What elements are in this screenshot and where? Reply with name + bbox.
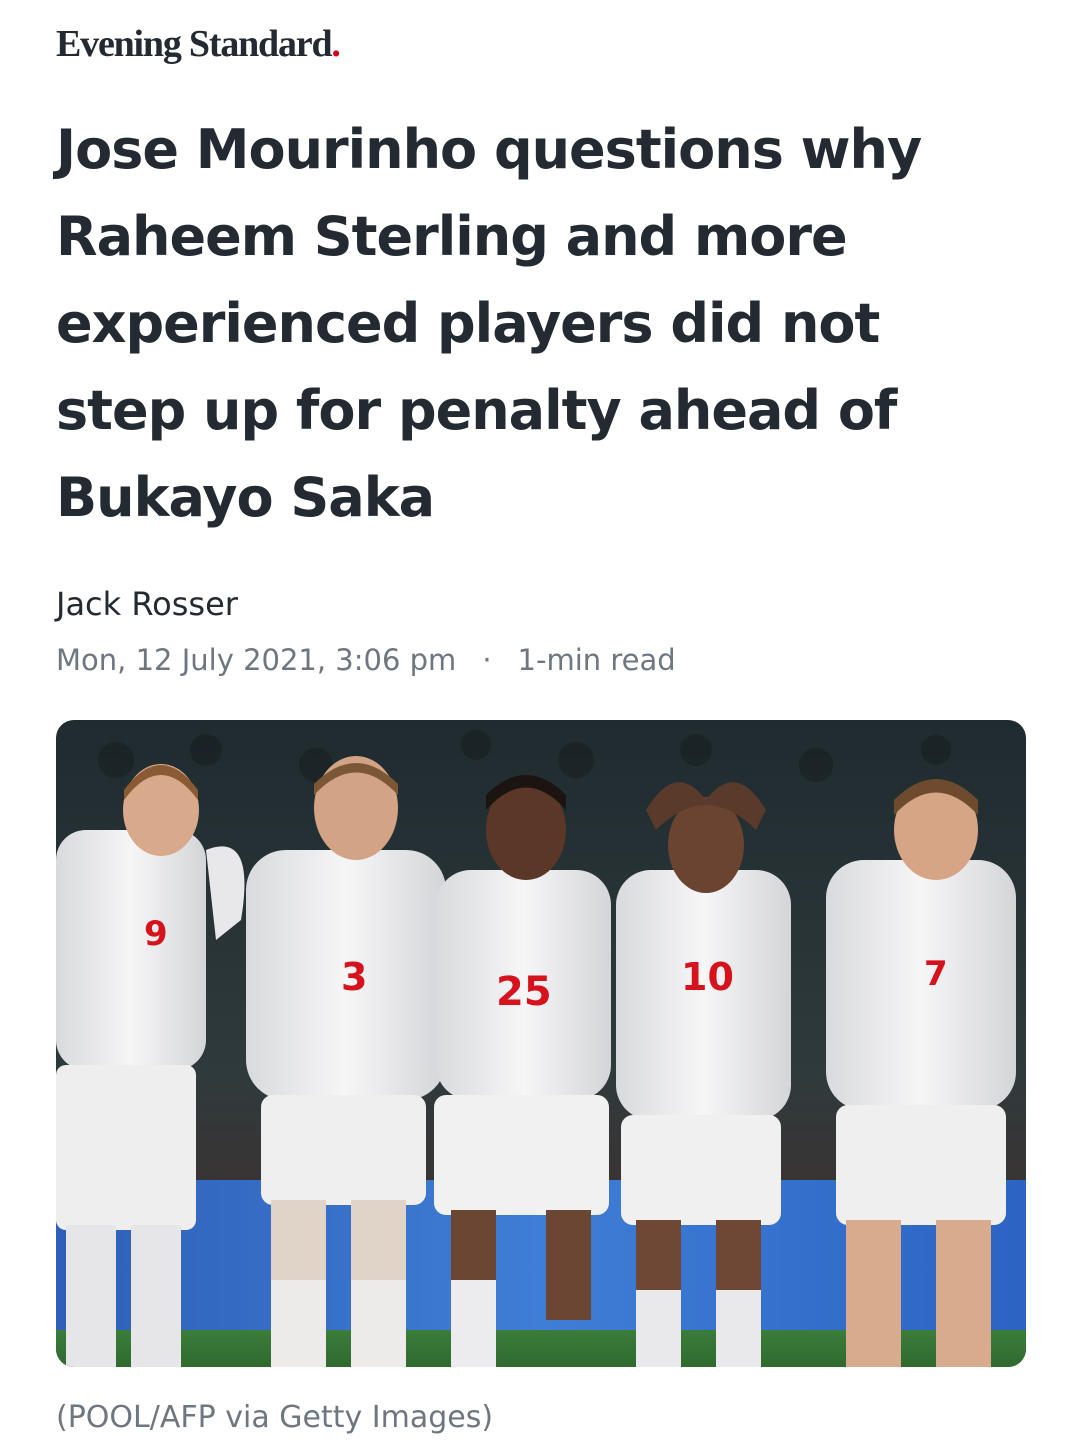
shirt-number-9: 9	[144, 914, 168, 954]
article-meta: Mon, 12 July 2021, 3:06 pm · 1-min read	[56, 638, 676, 682]
article-headline: Jose Mourinho questions why Raheem Sterl…	[56, 118, 922, 529]
article-date: Mon, 12 July 2021, 3:06 pm	[56, 643, 457, 677]
publisher-logo[interactable]: Evening Standard.	[56, 18, 341, 70]
meta-separator: ·	[482, 643, 492, 677]
image-caption: (POOL/AFP via Getty Images)	[56, 1400, 494, 1435]
shirt-number-3: 3	[341, 955, 367, 999]
shirt-number-10: 10	[681, 955, 734, 999]
shirt-number-25: 25	[496, 969, 552, 1015]
publisher-name: Evening Standard	[56, 23, 333, 65]
read-time: 1-min read	[517, 643, 676, 677]
shirt-number-7: 7	[924, 954, 948, 994]
publisher-logo-dot: .	[331, 23, 341, 65]
players-photo: 9 3 25 10 7	[56, 720, 1026, 1367]
article-author[interactable]: Jack Rosser	[56, 580, 238, 628]
article-hero-image[interactable]: 9 3 25 10 7	[56, 720, 1026, 1367]
